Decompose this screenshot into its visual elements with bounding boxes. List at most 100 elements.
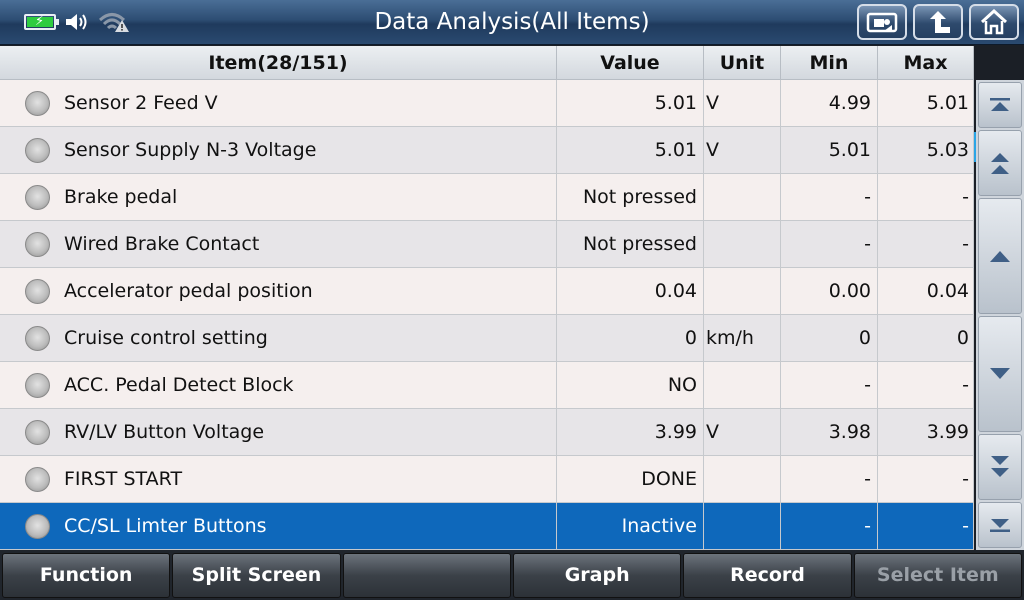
empty-button[interactable] [342,553,511,598]
split-screen-button[interactable]: Split Screen [172,553,341,598]
item-name: Sensor Supply N-3 Voltage [64,139,317,161]
item-name: Wired Brake Contact [64,233,260,255]
table-row[interactable]: RV/LV Button Voltage 3.99 V 3.98 3.99 [0,409,974,456]
item-value: 0.04 [557,268,704,314]
table-row[interactable]: Brake pedal Not pressed - - [0,174,974,221]
back-button[interactable] [913,4,963,40]
item-min: - [781,503,878,549]
item-name: Cruise control setting [64,327,268,349]
item-value: 0 [557,315,704,361]
scroll-down-button[interactable] [978,316,1022,432]
item-name: RV/LV Button Voltage [64,421,265,443]
radio-button[interactable] [25,373,50,398]
table-row[interactable]: Accelerator pedal position 0.04 0.00 0.0… [0,268,974,315]
home-icon [980,9,1008,35]
item-value: Not pressed [557,221,704,267]
column-header-value: Value [557,46,704,79]
table-row[interactable]: Sensor Supply N-3 Voltage 5.01 V 5.01 5.… [0,127,974,174]
scroll-bottom-icon [990,519,1010,532]
radio-button[interactable] [25,326,50,351]
item-min: - [781,221,878,267]
radio-button[interactable] [25,514,50,539]
double-chevron-down-icon [991,456,1009,477]
table-row-selected[interactable]: CC/SL Limter Buttons Inactive - - [0,503,974,550]
data-table: Item(28/151) Value Unit Min Max Sensor 2… [0,46,974,550]
title-bar: ⚡ Data Analysis(All Items) [0,0,1024,45]
item-min: - [781,456,878,502]
screenshot-button[interactable] [857,4,907,40]
item-value: 3.99 [557,409,704,455]
double-chevron-up-icon [991,153,1009,174]
item-max: - [878,456,974,502]
back-icon [930,11,950,33]
scroll-top-icon [990,98,1010,111]
table-row[interactable]: ACC. Pedal Detect Block NO - - [0,362,974,409]
radio-button[interactable] [25,232,50,257]
radio-button[interactable] [25,279,50,304]
bottom-toolbar: Function Split Screen Graph Record Selec… [0,550,1024,600]
item-min: 0 [781,315,878,361]
radio-button[interactable] [25,138,50,163]
item-unit: V [704,409,781,455]
table-row[interactable]: FIRST START DONE - - [0,456,974,503]
item-max: - [878,503,974,549]
item-unit: km/h [704,315,781,361]
item-name: FIRST START [64,468,183,490]
item-name: Sensor 2 Feed V [64,92,218,114]
graph-button[interactable]: Graph [512,553,682,598]
function-button[interactable]: Function [2,553,171,598]
table-row[interactable]: Sensor 2 Feed V 5.01 V 4.99 5.01 [0,80,974,127]
item-unit [704,221,781,267]
page-down-button[interactable] [978,434,1022,500]
column-header-item: Item(28/151) [0,46,557,79]
radio-button[interactable] [25,185,50,210]
scroll-controls [976,80,1024,550]
item-max: 5.03 [878,127,974,173]
item-name: ACC. Pedal Detect Block [64,374,294,396]
column-header-unit: Unit [704,46,781,79]
item-min: 3.98 [781,409,878,455]
column-header-min: Min [781,46,878,79]
page-up-button[interactable] [978,130,1022,196]
home-button[interactable] [969,4,1019,40]
radio-button[interactable] [25,420,50,445]
screenshot-icon [866,12,898,33]
item-unit: V [704,80,781,126]
radio-button[interactable] [25,467,50,492]
item-name: Brake pedal [64,186,178,208]
item-unit: V [704,127,781,173]
record-button[interactable]: Record [683,553,852,598]
chevron-down-icon [990,368,1010,379]
item-value: NO [557,362,704,408]
scroll-up-button[interactable] [978,198,1022,314]
item-unit [704,174,781,220]
item-max: - [878,362,974,408]
item-unit [704,362,781,408]
item-unit [704,503,781,549]
item-value: Inactive [557,503,704,549]
select-item-button[interactable]: Select Item [853,553,1022,598]
item-max: 3.99 [878,409,974,455]
item-max: 5.01 [878,80,974,126]
table-row[interactable]: Wired Brake Contact Not pressed - - [0,221,974,268]
item-name: CC/SL Limter Buttons [64,515,267,537]
item-value: DONE [557,456,704,502]
item-min: - [781,362,878,408]
chevron-up-icon [990,251,1010,262]
item-name: Accelerator pedal position [64,280,313,302]
radio-button[interactable] [25,91,50,116]
item-unit [704,456,781,502]
item-min: 5.01 [781,127,878,173]
item-min: - [781,174,878,220]
scroll-top-button[interactable] [978,82,1022,128]
item-max: - [878,221,974,267]
column-header-max: Max [878,46,974,79]
item-value: 5.01 [557,127,704,173]
item-max: 0.04 [878,268,974,314]
item-value: Not pressed [557,174,704,220]
scroll-bottom-button[interactable] [978,502,1022,548]
item-min: 0.00 [781,268,878,314]
item-value: 5.01 [557,80,704,126]
table-row[interactable]: Cruise control setting 0 km/h 0 0 [0,315,974,362]
item-unit [704,268,781,314]
